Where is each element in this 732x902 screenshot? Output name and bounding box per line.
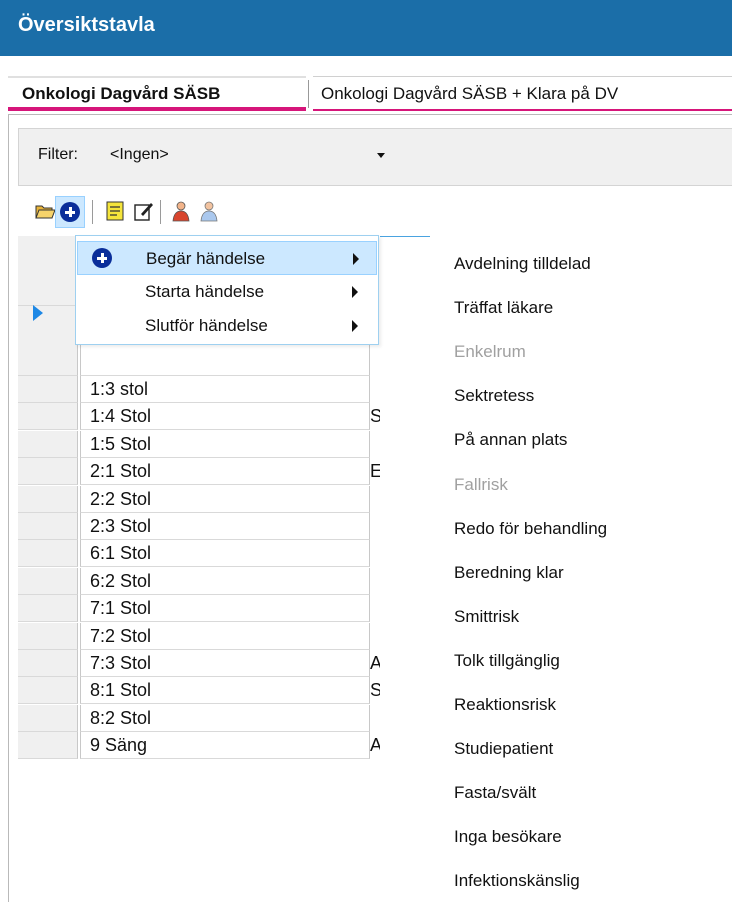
table-cell[interactable]: 8:1 Stol [80,677,370,705]
submenu-item[interactable]: Infektionskänslig [454,871,580,891]
table-cell[interactable]: A [370,650,380,680]
person-blue-icon[interactable] [198,200,220,222]
submenu-item[interactable]: Sektretess [454,386,534,406]
table-cell[interactable] [370,705,380,735]
menu-item-starta-handelse[interactable]: Starta händelse [77,275,377,309]
grid-row-header[interactable] [18,595,78,623]
table-cell[interactable]: 7:2 Stol [80,622,370,650]
table-cell[interactable]: E [370,458,380,488]
table-cell[interactable] [370,540,380,570]
grid-row-header [18,236,78,306]
submenu-item[interactable]: Smittrisk [454,607,519,627]
submenu-item: Enkelrum [454,342,526,362]
toolbar-separator [92,200,93,224]
tab-onkologi-dagvard-klara[interactable]: Onkologi Dagvård SÄSB + Klara på DV [313,76,732,111]
table-cell[interactable]: 7:1 Stol [80,595,370,623]
table-cell[interactable]: 8:2 Stol [80,704,370,732]
grid-row-header[interactable] [18,622,78,650]
table-cell[interactable]: 7:3 Stol [80,650,370,677]
filter-dropdown[interactable]: <Ingen> [104,140,390,170]
menu-item-label: Begär händelse [146,249,266,268]
table-cell[interactable] [370,486,380,516]
grid-row-header[interactable] [18,704,78,732]
grid-row-header [18,306,78,376]
note-icon[interactable] [104,200,126,222]
table-cell[interactable]: 6:2 Stol [80,567,370,595]
grid-row-header[interactable] [18,540,78,568]
grid-row-header[interactable] [18,677,78,705]
menu-item-label: Starta händelse [145,282,265,301]
table-cell[interactable]: 2:3 Stol [80,513,370,540]
menu-item-label: Slutför händelse [145,316,268,335]
table-cell[interactable] [370,431,380,461]
tab-onkologi-dagvard[interactable]: Onkologi Dagvård SÄSB [8,76,306,111]
table-cell[interactable] [370,376,380,406]
table-cell[interactable] [370,513,380,543]
table-cell[interactable]: 1:5 Stol [80,430,370,458]
table-cell[interactable]: 2:1 Stol [80,458,370,486]
add-event-icon[interactable] [60,202,80,222]
table-cell[interactable] [370,623,380,653]
grid-row-header[interactable] [18,458,78,486]
edit-icon[interactable] [133,200,155,222]
table-cell[interactable]: S [370,677,380,707]
submenu-arrow-icon [353,253,359,265]
current-row-pointer-icon [33,305,43,321]
table-cell[interactable]: 6:1 Stol [80,540,370,568]
submenu-item: Fallrisk [454,474,508,494]
grid-row-header[interactable] [18,732,78,760]
grid-row-header[interactable] [18,403,78,431]
submenu-item[interactable]: Studiepatient [454,739,553,759]
submenu-item[interactable]: Redo för behandling [454,519,607,539]
grid-row-header[interactable] [18,567,78,595]
submenu-item[interactable]: Fasta/svält [454,783,536,803]
person-red-icon[interactable] [170,200,192,222]
title-bar: Översiktstavla [0,0,732,56]
table-cell[interactable]: 9 Säng [80,732,370,760]
toolbar-separator [160,200,161,224]
add-event-icon [92,248,112,268]
submenu-arrow-icon [352,320,358,332]
tab-separator [308,80,309,108]
filter-label: Filter: [38,146,78,163]
chevron-down-icon[interactable] [377,153,385,158]
menu-item-slutfor-handelse[interactable]: Slutför händelse [77,309,377,343]
grid-row-header[interactable] [18,513,78,540]
submenu-item[interactable]: På annan plats [454,430,567,450]
submenu-item[interactable]: Träffat läkare [454,298,553,318]
submenu-item[interactable]: Inga besökare [454,827,562,847]
grid-row-header[interactable] [18,430,78,458]
submenu-item[interactable]: Reaktionsrisk [454,695,556,715]
table-cell[interactable]: A [370,732,380,762]
grid-row-header[interactable] [18,376,78,403]
table-cell[interactable]: 2:2 Stol [80,485,370,513]
open-folder-icon[interactable] [34,200,56,222]
submenu-item[interactable]: Avdelning tilldelad [454,254,591,274]
table-cell[interactable]: 1:3 stol [80,376,370,403]
grid-row-header[interactable] [18,650,78,677]
table-cell[interactable] [370,595,380,625]
table-cell[interactable]: 1:4 Stol [80,403,370,431]
submenu-item[interactable]: Beredning klar [454,563,564,583]
window-title: Översiktstavla [18,14,155,36]
table-cell[interactable] [370,568,380,598]
table-cell[interactable]: S [370,403,380,433]
submenu-item[interactable]: Tolk tillgänglig [454,651,560,671]
submenu-arrow-icon [352,286,358,298]
grid-row-header[interactable] [18,485,78,513]
menu-item-begar-handelse[interactable]: Begär händelse [77,241,377,275]
